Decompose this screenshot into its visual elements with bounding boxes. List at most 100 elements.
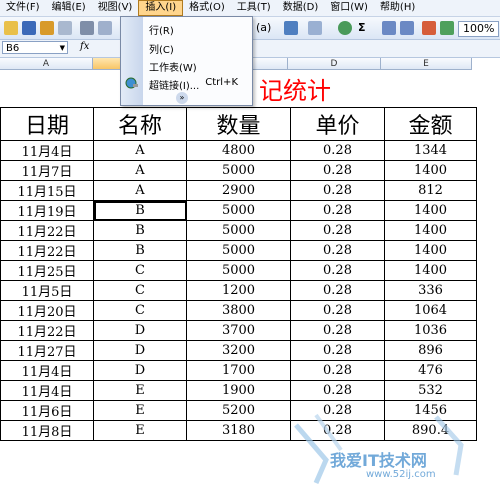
table-header-cell[interactable]: 日期: [0, 107, 94, 141]
table-cell[interactable]: 11月6日: [0, 400, 94, 421]
table-cell[interactable]: 3800: [186, 300, 291, 321]
table-cell[interactable]: 11月22日: [0, 240, 94, 261]
table-cell[interactable]: 812: [384, 180, 477, 201]
table-cell[interactable]: B: [93, 200, 187, 221]
menu-7[interactable]: 窗口(W): [324, 0, 374, 16]
table-cell[interactable]: 0.28: [290, 240, 385, 261]
hyperlink-icon[interactable]: [338, 21, 352, 35]
table-cell[interactable]: 0.28: [290, 140, 385, 161]
table-cell[interactable]: 1400: [384, 260, 477, 281]
table-cell[interactable]: 11月27日: [0, 340, 94, 361]
table-cell[interactable]: A: [93, 180, 187, 201]
menu-item-insert-column[interactable]: 列(C): [149, 41, 174, 56]
table-cell[interactable]: A: [93, 160, 187, 181]
name-box[interactable]: B6 ▼: [2, 41, 68, 54]
table-cell[interactable]: 11月20日: [0, 300, 94, 321]
fx-icon[interactable]: fx: [80, 41, 89, 52]
table-cell[interactable]: 1400: [384, 160, 477, 181]
table-cell[interactable]: D: [93, 340, 187, 361]
table-cell[interactable]: 1900: [186, 380, 291, 401]
table-cell[interactable]: 0.28: [290, 160, 385, 181]
menu-item-insert-worksheet[interactable]: 工作表(W): [149, 59, 197, 74]
table-cell[interactable]: 4800: [186, 140, 291, 161]
table-cell[interactable]: 0.28: [290, 200, 385, 221]
table-cell[interactable]: B: [93, 240, 187, 261]
table-cell[interactable]: 11月7日: [0, 160, 94, 181]
table-cell[interactable]: 5000: [186, 240, 291, 261]
table-cell[interactable]: 476: [384, 360, 477, 381]
table-cell[interactable]: 0.28: [290, 340, 385, 361]
table-header-cell[interactable]: 金额: [384, 107, 477, 141]
table-cell[interactable]: 532: [384, 380, 477, 401]
menu-1[interactable]: 编辑(E): [46, 0, 92, 16]
menu-2[interactable]: 视图(V): [92, 0, 139, 16]
table-header-cell[interactable]: 单价: [290, 107, 385, 141]
table-cell[interactable]: 11月19日: [0, 200, 94, 221]
table-cell[interactable]: 11月22日: [0, 320, 94, 341]
table-header-cell[interactable]: 名称: [93, 107, 187, 141]
save-icon[interactable]: [22, 21, 36, 35]
menu-0[interactable]: 文件(F): [0, 0, 46, 16]
table-cell[interactable]: 5000: [186, 200, 291, 221]
table-cell[interactable]: 11月4日: [0, 360, 94, 381]
table-cell[interactable]: 0.28: [290, 180, 385, 201]
table-cell[interactable]: 3200: [186, 340, 291, 361]
table-cell[interactable]: 5000: [186, 160, 291, 181]
table-cell[interactable]: 1400: [384, 200, 477, 221]
table-cell[interactable]: 0.28: [290, 360, 385, 381]
table-cell[interactable]: D: [93, 320, 187, 341]
menu-4[interactable]: 格式(O): [183, 0, 231, 16]
expand-menu-icon[interactable]: »: [176, 92, 188, 104]
table-cell[interactable]: 5200: [186, 400, 291, 421]
sort-descending-icon[interactable]: [400, 21, 414, 35]
table-cell[interactable]: 1700: [186, 360, 291, 381]
table-cell[interactable]: 11月25日: [0, 260, 94, 281]
menu-5[interactable]: 工具(T): [231, 0, 277, 16]
table-cell[interactable]: C: [93, 260, 187, 281]
table-cell[interactable]: 5000: [186, 260, 291, 281]
table-cell[interactable]: 5000: [186, 220, 291, 241]
table-cell[interactable]: 1200: [186, 280, 291, 301]
table-cell[interactable]: 0.28: [290, 300, 385, 321]
table-cell[interactable]: 0.28: [290, 280, 385, 301]
permission-icon[interactable]: [40, 21, 54, 35]
redo-icon[interactable]: [308, 21, 322, 35]
menu-8[interactable]: 帮助(H): [374, 0, 421, 16]
table-cell[interactable]: 0.28: [290, 320, 385, 341]
table-cell[interactable]: 11月5日: [0, 280, 94, 301]
zoom-box[interactable]: 100%: [458, 21, 500, 37]
table-cell[interactable]: 2900: [186, 180, 291, 201]
table-cell[interactable]: 11月8日: [0, 420, 94, 441]
table-cell[interactable]: E: [93, 380, 187, 401]
table-cell[interactable]: D: [93, 360, 187, 381]
table-cell[interactable]: C: [93, 280, 187, 301]
drawing-icon[interactable]: [440, 21, 454, 35]
open-folder-icon[interactable]: [4, 21, 18, 35]
table-cell[interactable]: 0.28: [290, 260, 385, 281]
email-icon[interactable]: [58, 21, 72, 35]
table-cell[interactable]: B: [93, 220, 187, 241]
column-header-a[interactable]: A: [0, 58, 93, 70]
table-cell[interactable]: 11月22日: [0, 220, 94, 241]
table-cell[interactable]: 1064: [384, 300, 477, 321]
column-header-d[interactable]: D: [288, 58, 381, 70]
table-cell[interactable]: 336: [384, 280, 477, 301]
menu-3[interactable]: 插入(I): [138, 0, 184, 16]
menu-item-insert-hyperlink[interactable]: 超链接(I)...: [149, 77, 199, 92]
menu-item-insert-row[interactable]: 行(R): [149, 22, 174, 37]
table-cell[interactable]: 896: [384, 340, 477, 361]
sort-ascending-icon[interactable]: [382, 21, 396, 35]
table-cell[interactable]: 11月4日: [0, 140, 94, 161]
table-cell[interactable]: E: [93, 400, 187, 421]
print-icon[interactable]: [80, 21, 94, 35]
table-header-cell[interactable]: 数量: [186, 107, 291, 141]
table-cell[interactable]: 0.28: [290, 220, 385, 241]
menu-6[interactable]: 数据(D): [277, 0, 325, 16]
table-cell[interactable]: 1400: [384, 240, 477, 261]
table-cell[interactable]: 1036: [384, 320, 477, 341]
print-preview-icon[interactable]: [98, 21, 112, 35]
table-cell[interactable]: 11月4日: [0, 380, 94, 401]
table-cell[interactable]: C: [93, 300, 187, 321]
chart-wizard-icon[interactable]: [422, 21, 436, 35]
table-cell[interactable]: 0.28: [290, 380, 385, 401]
